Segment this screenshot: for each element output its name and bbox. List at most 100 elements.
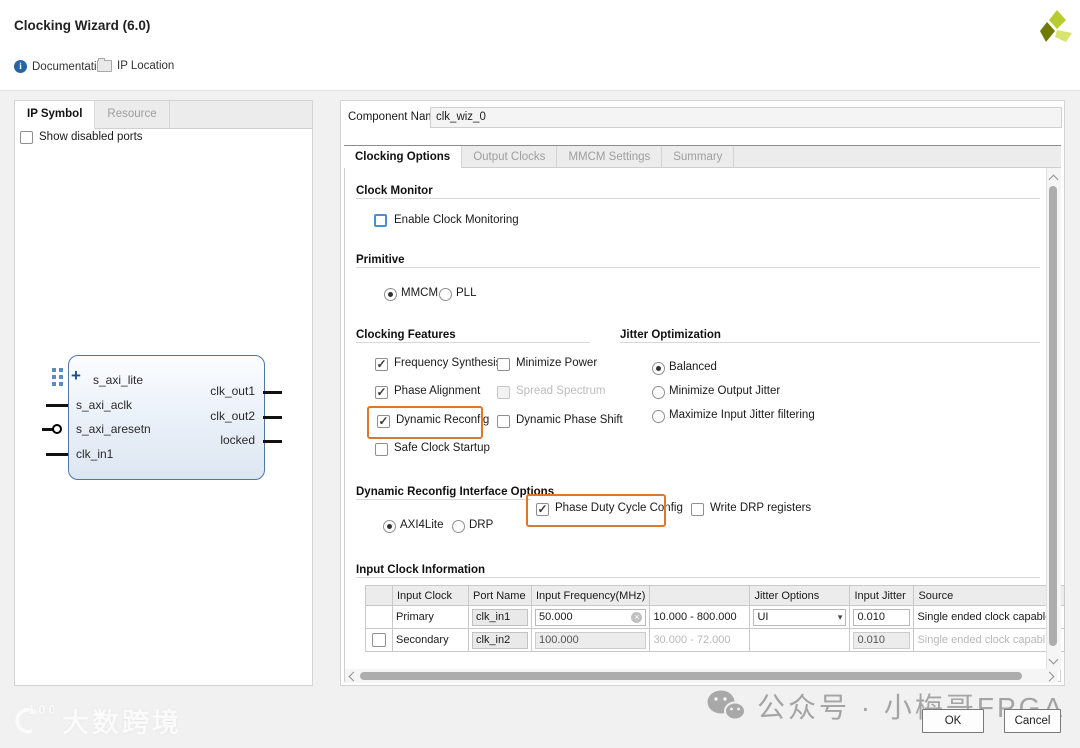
wechat-icon (707, 690, 746, 721)
minimize-power-checkbox[interactable] (497, 358, 510, 371)
pll-radio[interactable] (439, 288, 452, 301)
minimize-power-label: Minimize Power (516, 357, 598, 369)
minimize-output-jitter-radio[interactable] (652, 386, 665, 399)
interface-dots-icon (52, 375, 56, 379)
section-dynamic-reconfig-options: Dynamic Reconfig Interface Options (356, 486, 555, 498)
balanced-radio[interactable] (652, 362, 665, 375)
interface-dots-icon (52, 368, 56, 372)
port-stub (263, 440, 282, 443)
watermark-left-text: 大数跨境 (62, 707, 182, 738)
interface-dots-icon (59, 375, 63, 379)
tab-output-clocks[interactable]: Output Clocks (462, 146, 558, 168)
active-low-bubble-icon (52, 424, 62, 434)
source-header: Source (913, 585, 1065, 606)
select-column-header (365, 585, 393, 606)
enable-clock-monitoring-checkbox[interactable] (374, 214, 387, 227)
vendor-pinwheel-logo-icon (1040, 10, 1072, 42)
tab-summary[interactable]: Summary (662, 146, 735, 168)
expand-plus-icon[interactable]: + (71, 366, 81, 386)
section-input-clock-info: Input Clock Information (356, 564, 486, 576)
interface-dots-icon (52, 382, 56, 386)
show-disabled-ports-checkbox[interactable] (20, 131, 33, 144)
write-drp-registers-checkbox[interactable] (691, 503, 704, 516)
section-clocking-features: Clocking Features (356, 329, 456, 341)
secondary-input-clock: Secondary (392, 628, 469, 652)
pll-label: PLL (456, 287, 477, 299)
config-tabbar: Clocking Options Output Clocks MMCM Sett… (344, 145, 1061, 168)
table-header-row: Input Clock Port Name Input Frequency(MH… (365, 585, 1065, 606)
enable-clock-monitoring-label: Enable Clock Monitoring (394, 214, 519, 226)
primary-input-jitter-field[interactable]: 0.010 (853, 608, 911, 626)
frequency-synthesis-label: Frequency Synthesis (394, 357, 502, 369)
chevron-down-icon: ▾ (837, 611, 843, 622)
dynamic-reconfig-highlight (367, 406, 483, 439)
vertical-scrollbar-thumb[interactable] (1049, 186, 1057, 646)
dynamic-phase-shift-label: Dynamic Phase Shift (516, 414, 623, 426)
input-jitter-header: Input Jitter (849, 585, 915, 606)
secondary-input-jitter-field: 0.010 (853, 631, 911, 649)
left-tabbar: IP Symbol Resource (15, 101, 312, 129)
port-label: s_axi_aclk (76, 398, 133, 412)
mmcm-radio[interactable] (384, 288, 397, 301)
folder-icon (97, 58, 112, 72)
mmcm-label: MMCM (401, 287, 439, 299)
dynamic-phase-shift-checkbox[interactable] (497, 415, 510, 428)
interface-dots-icon (59, 368, 63, 372)
range-column-header (649, 585, 751, 606)
spread-spectrum-label: Spread Spectrum (516, 385, 606, 397)
primary-input-clock: Primary (392, 605, 469, 629)
clear-icon[interactable]: × (631, 611, 643, 623)
component-name-field[interactable]: clk_wiz_0 (430, 107, 1062, 128)
cancel-button[interactable]: Cancel (1004, 709, 1061, 733)
tab-mmcm-settings[interactable]: MMCM Settings (557, 146, 663, 168)
port-label: clk_in1 (76, 447, 114, 461)
primary-port-name-field[interactable]: clk_in1 (472, 608, 528, 626)
ip-location-link[interactable]: IP Location (97, 58, 174, 72)
minimize-output-jitter-label: Minimize Output Jitter (669, 385, 781, 397)
documentation-link[interactable]: i Documentation (14, 60, 109, 73)
table-row-primary: Primary clk_in1 50.000 × 10.000 - 800.00… (365, 605, 1065, 629)
secondary-frequency-field: 100.000 (535, 631, 647, 649)
horizontal-scrollbar-thumb[interactable] (360, 672, 1022, 680)
phase-alignment-checkbox[interactable] (375, 385, 388, 399)
primary-frequency-field[interactable]: 50.000 × (535, 608, 647, 626)
secondary-enable-checkbox[interactable] (372, 633, 386, 647)
primary-frequency-range: 10.000 - 800.000 (649, 605, 751, 629)
maximize-input-jitter-label: Maximize Input Jitter filtering (669, 409, 815, 421)
tab-clocking-options[interactable]: Clocking Options (344, 146, 463, 168)
secondary-frequency-range: 30.000 - 72.000 (649, 628, 751, 652)
secondary-source: Single ended clock capabl... (913, 628, 1065, 652)
section-clock-monitor: Clock Monitor (356, 185, 433, 197)
safe-clock-startup-label: Safe Clock Startup (394, 442, 490, 454)
bigdata-logo-icon: 100 (15, 702, 54, 734)
tab-ip-symbol[interactable]: IP Symbol (15, 101, 96, 129)
axi4lite-radio[interactable] (383, 520, 396, 533)
section-primitive: Primitive (356, 254, 405, 266)
maximize-input-jitter-radio[interactable] (652, 410, 665, 423)
dialog-title: Clocking Wizard (6.0) (14, 18, 151, 33)
port-label: s_axi_aresetn (76, 422, 151, 436)
input-clock-header: Input Clock (392, 585, 469, 606)
ok-button[interactable]: OK (922, 709, 984, 733)
tab-resource[interactable]: Resource (95, 101, 170, 128)
phase-duty-cycle-highlight (526, 494, 666, 527)
frequency-synthesis-checkbox[interactable] (375, 357, 388, 371)
phase-alignment-label: Phase Alignment (394, 385, 481, 397)
dialog-header: Clocking Wizard (6.0) i Documentation IP… (0, 0, 1080, 91)
port-name-header: Port Name (468, 585, 532, 606)
primary-jitter-options-dropdown[interactable]: UI ▾ (753, 608, 847, 626)
drp-label: DRP (469, 519, 494, 531)
spread-spectrum-checkbox (497, 386, 510, 399)
input-frequency-header: Input Frequency(MHz) (530, 585, 651, 606)
safe-clock-startup-checkbox[interactable] (375, 443, 388, 456)
port-stub (46, 404, 68, 407)
show-disabled-ports-label: Show disabled ports (39, 131, 143, 143)
secondary-port-name-field: clk_in2 (472, 631, 528, 649)
port-label: clk_out1 (210, 384, 255, 398)
drp-radio[interactable] (452, 520, 465, 533)
jitter-options-header: Jitter Options (749, 585, 851, 606)
port-label: locked (220, 433, 255, 447)
port-stub (263, 416, 282, 419)
info-icon: i (14, 60, 27, 73)
watermark-bottom-left: 100 大数跨境 (8, 700, 182, 740)
